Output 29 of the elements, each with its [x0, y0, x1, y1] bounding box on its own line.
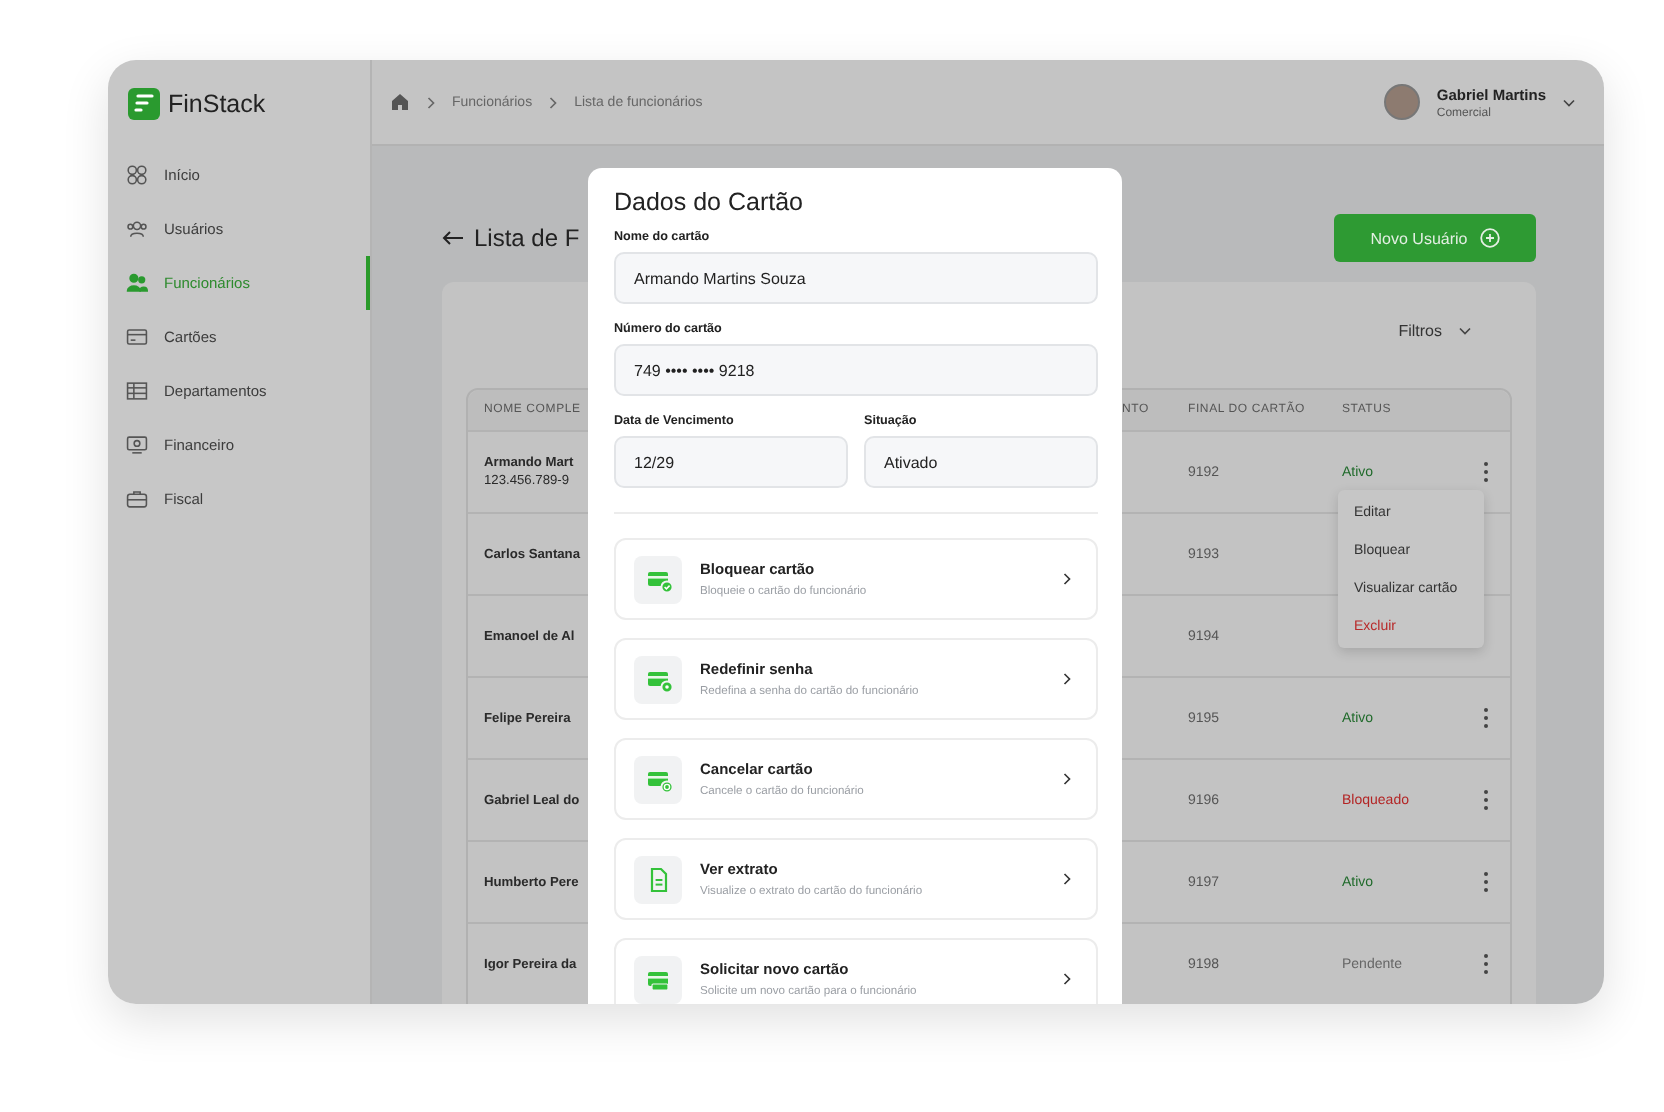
brand-name: FinStack: [168, 90, 266, 118]
chevron-right-icon: [548, 95, 559, 109]
users-icon: [126, 218, 148, 240]
logo-icon: [128, 88, 160, 120]
chevron-right-icon: [1062, 572, 1072, 586]
people-icon: [126, 272, 148, 294]
chevron-right-icon: [426, 95, 436, 109]
dialog-title: Dados do Cartão: [614, 188, 806, 216]
home-icon[interactable]: [390, 92, 410, 112]
filters-dropdown[interactable]: Filtros: [1398, 321, 1472, 339]
text-field[interactable]: 749 •••• •••• 9218: [614, 344, 1098, 396]
chevron-right-icon: [1062, 872, 1072, 886]
table-icon: [126, 380, 148, 402]
briefcase-icon: [126, 488, 148, 510]
text-field[interactable]: 12/29: [614, 436, 848, 488]
text-field[interactable]: Ativado: [864, 436, 1098, 488]
chevron-right-icon: [1062, 672, 1072, 686]
card-icon: [126, 326, 148, 348]
text-field[interactable]: Armando Martins Souza: [614, 252, 1098, 304]
avatar: [1384, 84, 1421, 120]
plus-circle-icon: [1479, 228, 1500, 248]
grid-icon: [126, 164, 148, 186]
back-arrow-icon[interactable]: [442, 230, 464, 246]
page-title: Lista de F: [474, 224, 580, 252]
chevron-right-icon: [1062, 972, 1072, 986]
chevron-down-icon: [1562, 97, 1576, 107]
chevron-down-icon: [1458, 325, 1472, 335]
chevron-right-icon: [1062, 772, 1072, 786]
money-icon: [126, 434, 148, 456]
